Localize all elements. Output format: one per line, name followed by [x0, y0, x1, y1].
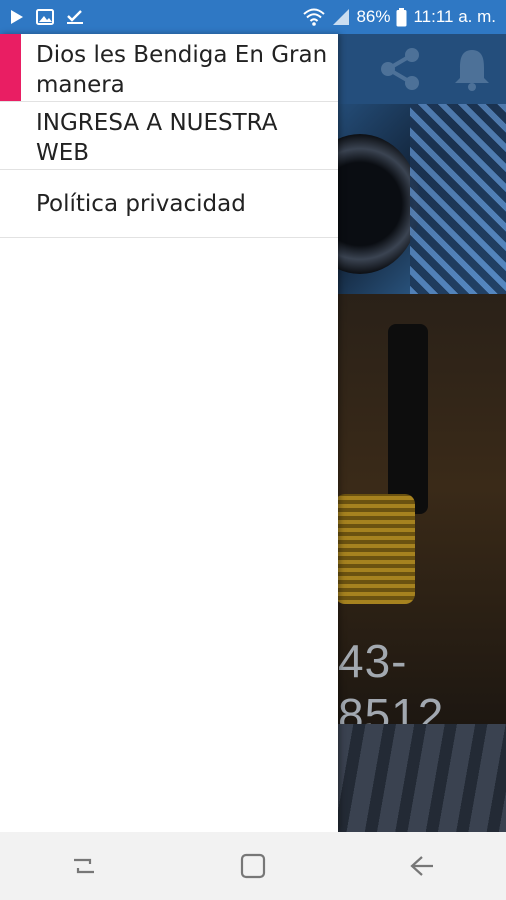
drawer-item-label: Política privacidad [36, 191, 246, 217]
check-icon [66, 9, 84, 25]
battery-percent: 86% [356, 7, 391, 26]
share-icon[interactable] [376, 45, 424, 93]
phone-number-text: 43-8512 [338, 635, 445, 724]
navigation-drawer: Dios les Bendiga En Gran manera INGRESA … [0, 34, 338, 832]
wifi-icon [302, 8, 326, 26]
battery-icon [396, 7, 407, 27]
microphone-graphic [388, 324, 428, 514]
mesh-graphic [410, 104, 506, 294]
image-icon [36, 9, 54, 25]
back-icon[interactable] [392, 841, 452, 891]
drawer-item-label: Dios les Bendiga En Gran manera [36, 42, 328, 98]
drawer-item-web[interactable]: INGRESA A NUESTRA WEB [0, 102, 338, 170]
status-notifications [10, 9, 84, 25]
drawer-item-privacy[interactable]: Política privacidad [0, 170, 338, 238]
drawer-item-label: INGRESA A NUESTRA WEB [36, 110, 278, 166]
bell-icon[interactable] [452, 46, 492, 92]
clock: 11:11 a. m. [413, 7, 496, 26]
status-bar: 86% 11:11 a. m. [0, 0, 506, 34]
recents-icon[interactable] [54, 841, 114, 891]
navigation-bar [0, 832, 506, 900]
home-icon[interactable] [223, 841, 283, 891]
play-icon [10, 9, 24, 25]
drawer-item-bendiga[interactable]: Dios les Bendiga En Gran manera [0, 34, 338, 102]
signal-icon [332, 8, 350, 26]
microphone-grille-graphic [335, 494, 415, 604]
